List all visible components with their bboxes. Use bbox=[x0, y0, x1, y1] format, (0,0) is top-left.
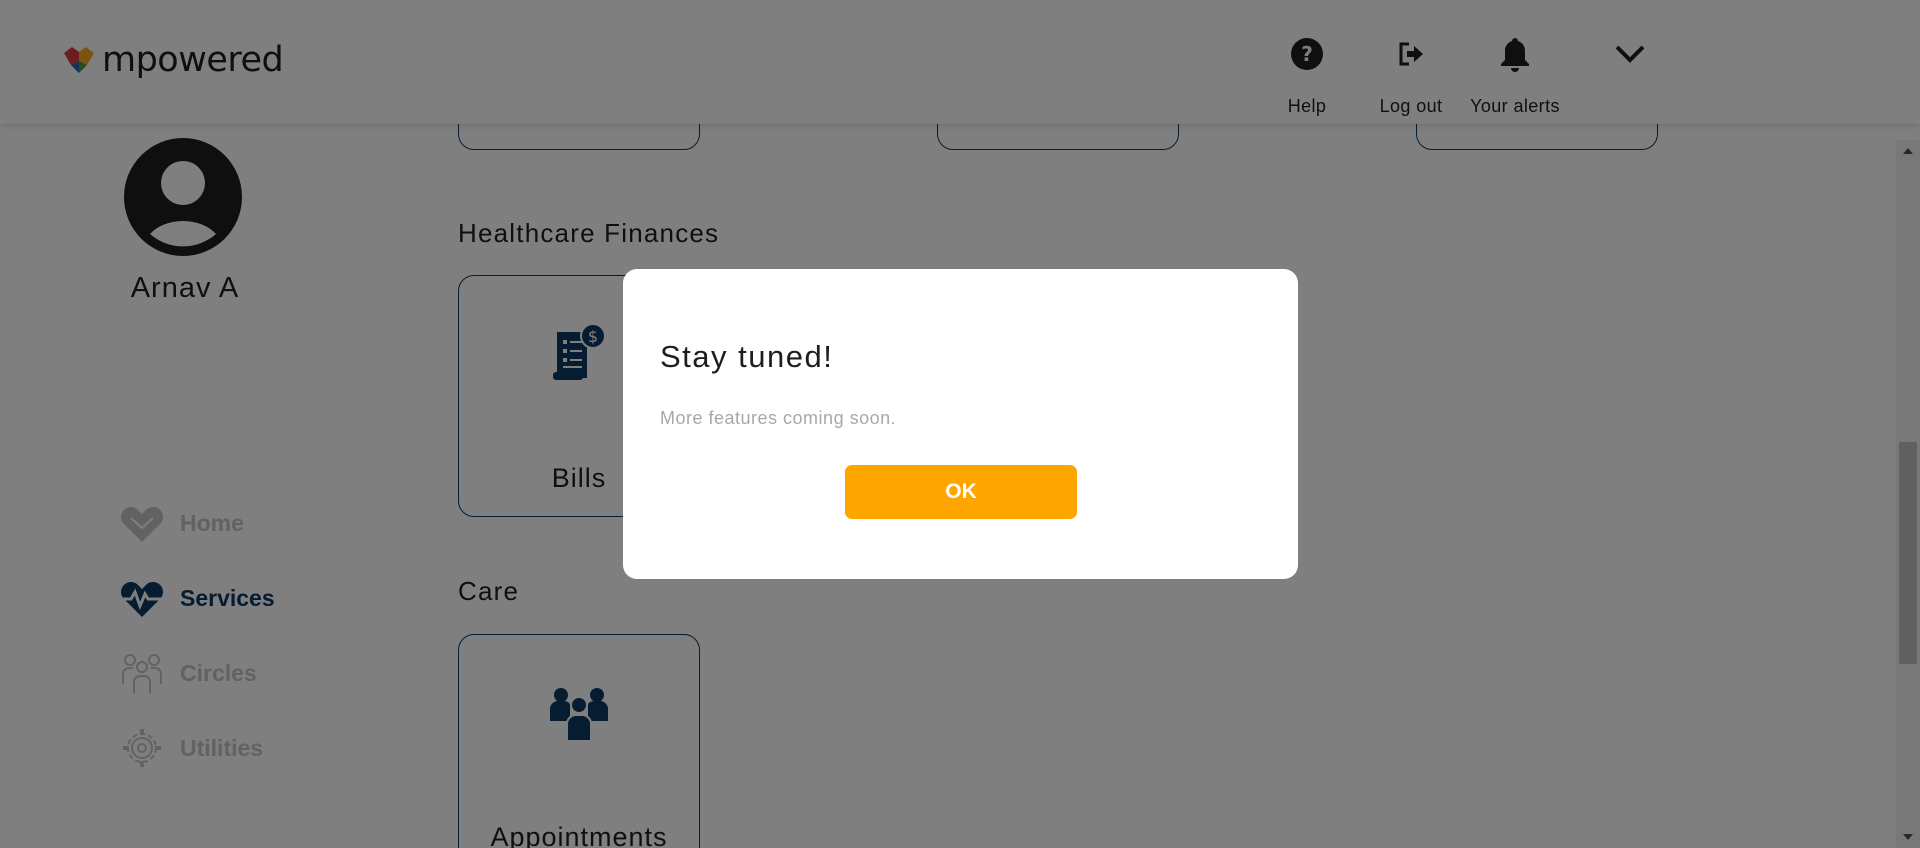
stay-tuned-dialog: Stay tuned! More features coming soon. O… bbox=[623, 269, 1298, 579]
ok-button[interactable]: OK bbox=[845, 465, 1077, 519]
app-root: Healthcare Finances $ Bills bbox=[0, 0, 1920, 848]
dialog-title: Stay tuned! bbox=[660, 339, 834, 374]
dialog-message: More features coming soon. bbox=[660, 408, 897, 428]
